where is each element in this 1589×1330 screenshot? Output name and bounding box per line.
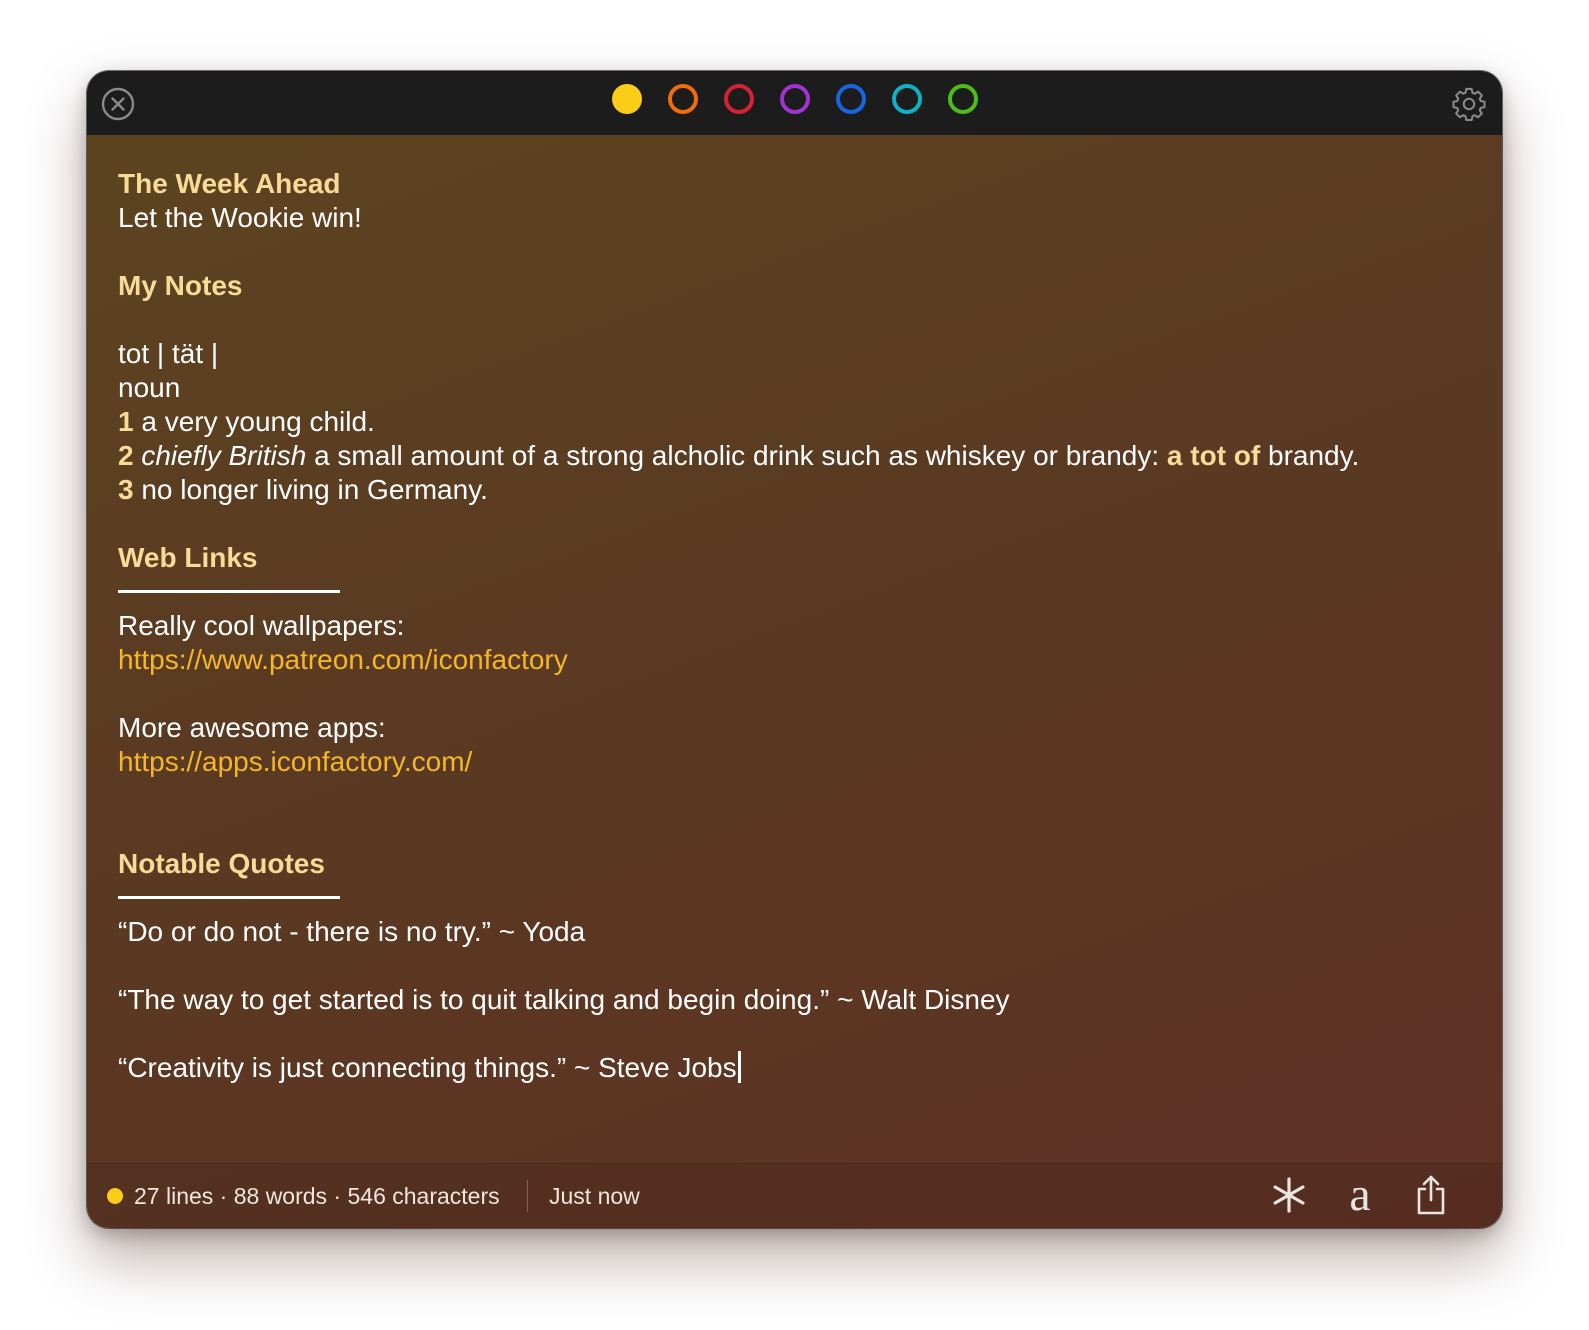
quote-jobs-line: “Creativity is just connecting things.” …	[118, 1051, 1462, 1085]
markdown-button[interactable]	[1269, 1172, 1309, 1218]
share-button[interactable]	[1413, 1172, 1449, 1218]
definition-text-end: brandy.	[1260, 440, 1360, 471]
definition-text: no longer living in Germany.	[133, 474, 488, 505]
heading-web-links: Web Links	[118, 542, 258, 573]
quote-yoda: “Do or do not - there is no try.” ~ Yoda	[118, 916, 586, 947]
title-bar	[87, 71, 1502, 135]
color-orange-button[interactable]	[667, 84, 698, 114]
color-teal-button[interactable]	[891, 84, 922, 114]
gear-icon	[1452, 87, 1486, 122]
status-bar: 27 lines · 88 words · 546 characters Jus…	[87, 1163, 1502, 1228]
definition-number: 2	[118, 440, 134, 471]
note-editor[interactable]: The Week Ahead Let the Wookie win! My No…	[118, 167, 1462, 1085]
color-green-button[interactable]	[947, 84, 978, 114]
definition-word: tot | tät |	[118, 338, 219, 369]
quote-jobs: “Creativity is just connecting things.” …	[118, 1052, 737, 1083]
text-line: Let the Wookie win!	[118, 202, 362, 233]
last-updated: Just now	[549, 1183, 640, 1209]
heading-my-notes: My Notes	[118, 270, 243, 301]
definition-text: a small amount of a strong alcholic drin…	[306, 440, 1167, 471]
color-yellow-button[interactable]	[611, 84, 642, 114]
definition-italic: chiefly British	[141, 440, 307, 471]
color-purple-button[interactable]	[779, 84, 810, 114]
font-icon: a	[1349, 1168, 1371, 1221]
status-divider	[527, 1180, 528, 1212]
settings-button[interactable]	[1450, 85, 1488, 123]
link-label: Really cool wallpapers:	[118, 610, 405, 641]
heading-notable-quotes: Notable Quotes	[118, 848, 325, 879]
definition-highlight: a tot of	[1166, 440, 1261, 471]
section-divider	[118, 896, 340, 899]
definition-number: 1	[118, 406, 134, 437]
note-color-indicator	[107, 1188, 123, 1204]
definition-3: 3 no longer living in Germany.	[118, 473, 1462, 507]
definition-number: 3	[118, 474, 134, 505]
note-statistics[interactable]: 27 lines · 88 words · 546 characters	[134, 1183, 500, 1210]
color-blue-button[interactable]	[835, 84, 866, 114]
section-divider	[118, 590, 340, 593]
font-button[interactable]: a	[1339, 1168, 1381, 1221]
link-label: More awesome apps:	[118, 712, 386, 743]
link-patreon[interactable]: https://www.patreon.com/iconfactory	[118, 643, 1462, 677]
color-picker	[87, 84, 1502, 124]
share-icon	[1417, 1175, 1445, 1215]
definition-part-of-speech: noun	[118, 372, 181, 403]
note-window: The Week Ahead Let the Wookie win! My No…	[87, 71, 1502, 1228]
definition-1: 1 a very young child.	[118, 405, 1462, 439]
link-iconfactory-apps[interactable]: https://apps.iconfactory.com/	[118, 745, 1462, 779]
color-red-button[interactable]	[723, 84, 754, 114]
definition-2: 2 chiefly British a small amount of a st…	[118, 439, 1462, 473]
asterisk-icon	[1273, 1177, 1305, 1213]
text-cursor	[737, 1051, 741, 1083]
quote-disney: “The way to get started is to quit talki…	[118, 984, 1010, 1015]
heading-week-ahead: The Week Ahead	[118, 168, 341, 199]
definition-text: a very young child.	[133, 406, 375, 437]
